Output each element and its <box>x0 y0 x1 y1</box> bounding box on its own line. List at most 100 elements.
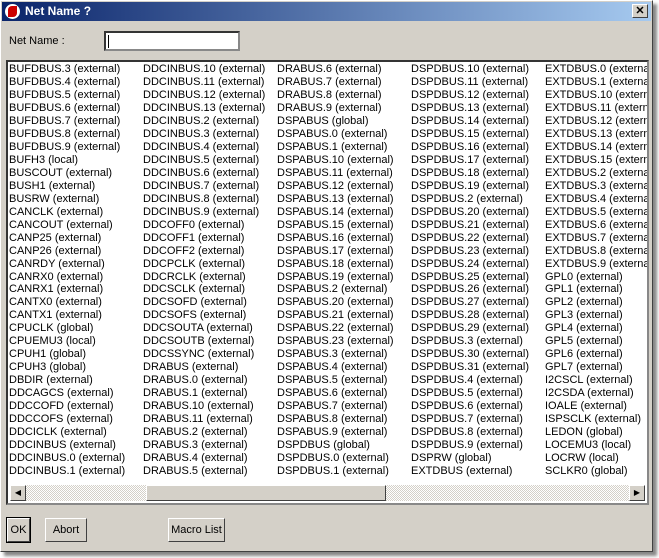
list-item[interactable]: DRABUS.1 (external) <box>143 387 265 400</box>
list-item[interactable]: DSPABUS.13 (external) <box>277 193 394 206</box>
list-item[interactable]: BUFDBUS.8 (external) <box>9 128 125 141</box>
list-item[interactable]: DSPABUS.0 (external) <box>277 128 394 141</box>
list-item[interactable]: GPL1 (external) <box>545 283 647 296</box>
list-item[interactable]: DSPDBUS.4 (external) <box>411 374 529 387</box>
list-item[interactable]: DSPDBUS.6 (external) <box>411 400 529 413</box>
list-item[interactable]: EXTDBUS.10 (external) <box>545 89 647 102</box>
list-item[interactable]: DSPDBUS.21 (external) <box>411 219 529 232</box>
list-item[interactable]: DSPABUS (global) <box>277 115 394 128</box>
list-item[interactable]: DDCICLK (external) <box>9 426 125 439</box>
net-list[interactable]: EXTDBUS.0 (external) EXTDBUS.1 (external)… <box>6 60 649 505</box>
list-item[interactable]: DRABUS.8 (external) <box>277 89 394 102</box>
list-item[interactable]: DDCCOFD (external) <box>9 400 125 413</box>
list-item[interactable]: EXTDBUS.6 (external) <box>545 219 647 232</box>
list-item[interactable]: GPL5 (external) <box>545 335 647 348</box>
list-item[interactable]: DSPABUS.10 (external) <box>277 154 394 167</box>
list-item[interactable]: DSPABUS.2 (external) <box>277 283 394 296</box>
list-item[interactable]: EXTDBUS.3 (external) <box>545 180 647 193</box>
scroll-left-arrow-icon[interactable]: ◀ <box>10 485 26 501</box>
list-item[interactable]: DDCCOFS (external) <box>9 413 125 426</box>
list-item[interactable]: DSPDBUS.20 (external) <box>411 206 529 219</box>
list-item[interactable]: DRABUS.4 (external) <box>143 452 265 465</box>
list-item[interactable]: EXTDBUS.5 (external) <box>545 206 647 219</box>
list-item[interactable]: BUSCOUT (external) <box>9 167 125 180</box>
list-item[interactable]: DRABUS.6 (external) <box>277 63 394 76</box>
list-item[interactable]: EXTDBUS.8 (external) <box>545 245 647 258</box>
list-item[interactable]: DDCINBUS.10 (external) <box>143 63 265 76</box>
list-item[interactable]: DDCOFF1 (external) <box>143 232 265 245</box>
list-item[interactable]: CPUCLK (global) <box>9 322 125 335</box>
list-item[interactable]: DRABUS.2 (external) <box>143 426 265 439</box>
list-item[interactable]: DDCINBUS.6 (external) <box>143 167 265 180</box>
list-item[interactable]: DSPABUS.18 (external) <box>277 258 394 271</box>
list-item[interactable]: CANRDY (external) <box>9 258 125 271</box>
list-item[interactable]: EXTDBUS (external) <box>411 465 529 478</box>
list-item[interactable]: GPL7 (external) <box>545 361 647 374</box>
list-item[interactable]: DSPABUS.23 (external) <box>277 335 394 348</box>
list-item[interactable]: DDCINBUS.3 (external) <box>143 128 265 141</box>
list-item[interactable]: EXTDBUS.1 (external) <box>545 76 647 89</box>
list-item[interactable]: DRABUS.11 (external) <box>143 413 265 426</box>
list-item[interactable]: DDCAGCS (external) <box>9 387 125 400</box>
list-item[interactable]: DSPDBUS.31 (external) <box>411 361 529 374</box>
list-item[interactable]: BUFDBUS.4 (external) <box>9 76 125 89</box>
list-item[interactable]: CPUH1 (global) <box>9 348 125 361</box>
list-item[interactable]: DDCSCLK (external) <box>143 283 265 296</box>
list-item[interactable]: DDCSOFS (external) <box>143 309 265 322</box>
list-item[interactable]: DSPDBUS.23 (external) <box>411 245 529 258</box>
list-item[interactable]: BUFDBUS.7 (external) <box>9 115 125 128</box>
list-item[interactable]: DSPABUS.6 (external) <box>277 387 394 400</box>
list-item[interactable]: DSPDBUS.26 (external) <box>411 283 529 296</box>
list-item[interactable]: DSPDBUS.3 (external) <box>411 335 529 348</box>
list-item[interactable]: GPL3 (external) <box>545 309 647 322</box>
list-item[interactable]: LOCEMU3 (local) <box>545 439 647 452</box>
list-item[interactable]: DDCINBUS.8 (external) <box>143 193 265 206</box>
list-item[interactable]: CANCOUT (external) <box>9 219 125 232</box>
list-item[interactable]: DDCINBUS (external) <box>9 439 125 452</box>
list-item[interactable]: DRABUS.0 (external) <box>143 374 265 387</box>
list-item[interactable]: DSPDBUS.1 (external) <box>277 465 394 478</box>
ok-button[interactable]: OK <box>6 517 31 543</box>
list-item[interactable]: DSPABUS.5 (external) <box>277 374 394 387</box>
list-item[interactable]: DSPDBUS (global) <box>277 439 394 452</box>
list-item[interactable]: DSPDBUS.27 (external) <box>411 296 529 309</box>
list-item[interactable]: EXTDBUS.2 (external) <box>545 167 647 180</box>
list-item[interactable]: DSPDBUS.28 (external) <box>411 309 529 322</box>
list-item[interactable]: DDCINBUS.13 (external) <box>143 102 265 115</box>
list-item[interactable]: CANP26 (external) <box>9 245 125 258</box>
list-item[interactable]: DSPDBUS.0 (external) <box>277 452 394 465</box>
list-item[interactable]: DSPRW (global) <box>411 452 529 465</box>
list-item[interactable]: BUFDBUS.9 (external) <box>9 141 125 154</box>
list-item[interactable]: DSPABUS.8 (external) <box>277 413 394 426</box>
list-item[interactable]: DRABUS.10 (external) <box>143 400 265 413</box>
list-item[interactable]: DRABUS.7 (external) <box>277 76 394 89</box>
list-item[interactable]: DDCINBUS.2 (external) <box>143 115 265 128</box>
list-item[interactable]: EXTDBUS.4 (external) <box>545 193 647 206</box>
list-item[interactable]: LEDON (global) <box>545 426 647 439</box>
list-item[interactable]: CPUH3 (global) <box>9 361 125 374</box>
list-item[interactable]: BUFDBUS.3 (external) <box>9 63 125 76</box>
list-item[interactable]: EXTDBUS.12 (external) <box>545 115 647 128</box>
list-item[interactable]: DDCSOUTA (external) <box>143 322 265 335</box>
list-item[interactable]: BUFDBUS.6 (external) <box>9 102 125 115</box>
list-item[interactable]: DDCOFF2 (external) <box>143 245 265 258</box>
list-item[interactable]: DDCSSYNC (external) <box>143 348 265 361</box>
list-item[interactable]: DSPDBUS.19 (external) <box>411 180 529 193</box>
list-item[interactable]: DDCRCLK (external) <box>143 271 265 284</box>
list-item[interactable]: LOCRW (local) <box>545 452 647 465</box>
list-item[interactable]: EXTDBUS.0 (external) <box>545 63 647 76</box>
list-item[interactable]: DSPDBUS.30 (external) <box>411 348 529 361</box>
close-button[interactable]: ✕ <box>632 4 648 18</box>
list-item[interactable]: DSPDBUS.12 (external) <box>411 89 529 102</box>
list-item[interactable]: DSPABUS.15 (external) <box>277 219 394 232</box>
list-item[interactable]: DDCINBUS.0 (external) <box>9 452 125 465</box>
list-item[interactable]: DSPABUS.11 (external) <box>277 167 394 180</box>
list-item[interactable]: DSPABUS.17 (external) <box>277 245 394 258</box>
list-item[interactable]: DSPABUS.3 (external) <box>277 348 394 361</box>
list-item[interactable]: DDCINBUS.7 (external) <box>143 180 265 193</box>
list-item[interactable]: DSPABUS.14 (external) <box>277 206 394 219</box>
list-item[interactable]: EXTDBUS.13 (external) <box>545 128 647 141</box>
list-item[interactable]: EXTDBUS.15 (external) <box>545 154 647 167</box>
list-item[interactable]: CANP25 (external) <box>9 232 125 245</box>
list-item[interactable]: DDCPCLK (external) <box>143 258 265 271</box>
